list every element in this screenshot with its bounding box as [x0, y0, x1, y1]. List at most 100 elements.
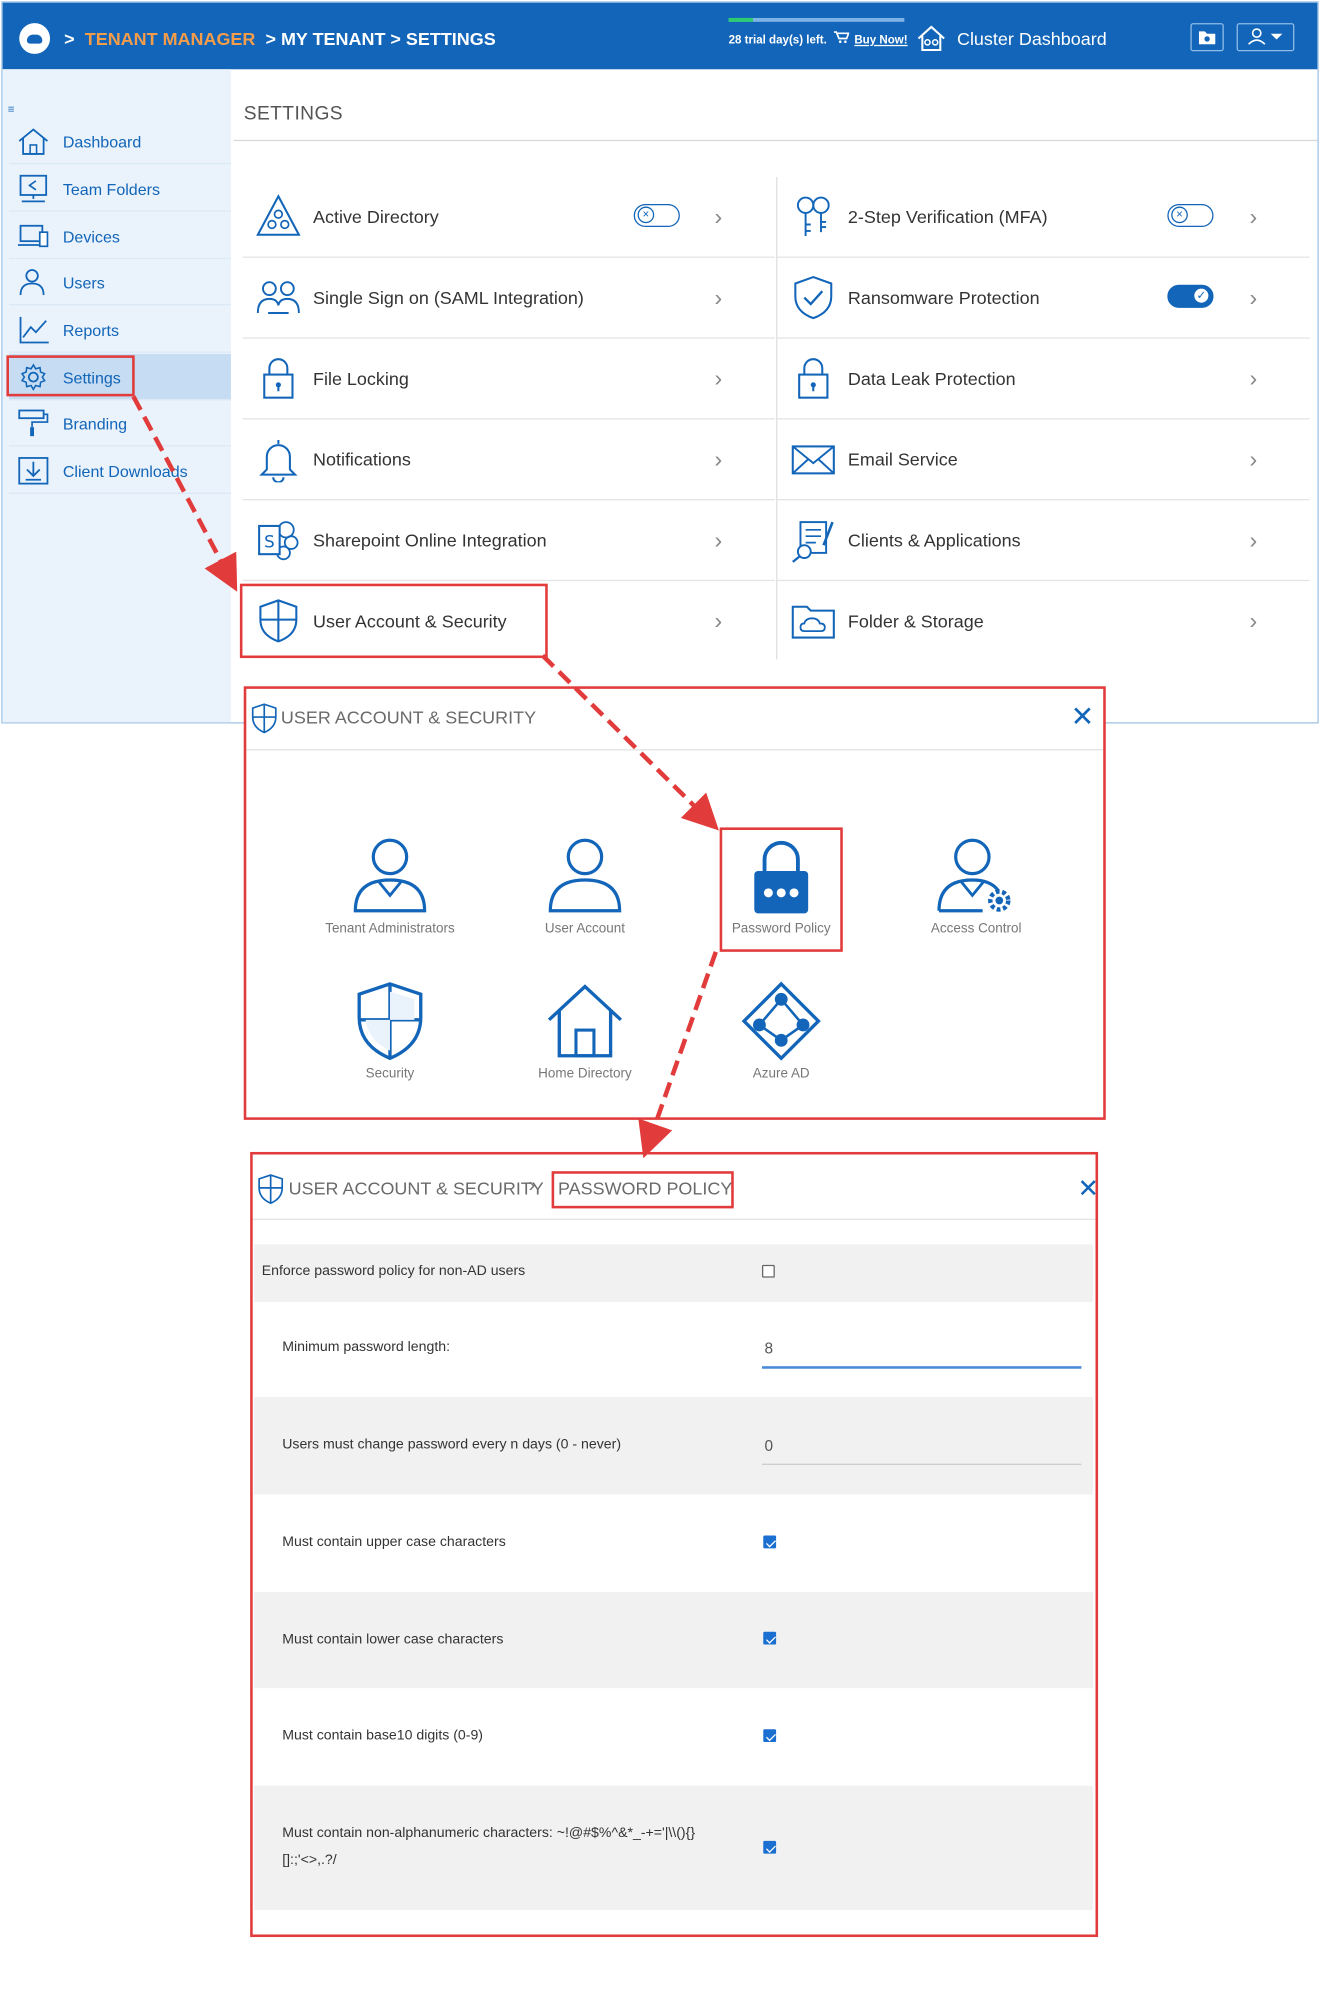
setting-label: Ransomware Protection: [848, 287, 1040, 308]
setting-ransomware-protection[interactable]: Ransomware Protection ✓ ›: [777, 258, 1309, 339]
sidebar-item-client-downloads[interactable]: Client Downloads: [9, 448, 231, 494]
home-icon: [17, 127, 50, 155]
lock-icon: [255, 355, 301, 401]
chevron-right-icon[interactable]: ›: [1249, 527, 1257, 554]
setting-label: Email Service: [848, 449, 958, 470]
setting-data-leak-protection[interactable]: Data Leak Protection ›: [777, 339, 1309, 420]
breadcrumb: > TENANT MANAGER > MY TENANT > SETTINGS: [64, 28, 496, 49]
highlight-dialog: [244, 686, 1106, 1120]
folder-button[interactable]: [1190, 23, 1223, 51]
active-directory-icon: [255, 194, 301, 240]
setting-email-service[interactable]: Email Service ›: [777, 419, 1309, 500]
buy-now-link[interactable]: Buy Now!: [854, 33, 907, 46]
folder-cloud-icon: [790, 598, 836, 644]
highlight-settings: [6, 355, 134, 396]
sidebar-collapse-icon[interactable]: ≡: [8, 103, 15, 116]
setting-folder-storage[interactable]: Folder & Storage ›: [777, 581, 1309, 662]
paint-roller-icon: [17, 409, 50, 437]
sso-icon: [255, 275, 301, 321]
top-bar: > TENANT MANAGER > MY TENANT > SETTINGS …: [3, 3, 1318, 70]
setting-label: Active Directory: [313, 207, 439, 228]
chevron-right-icon[interactable]: ›: [1249, 446, 1257, 473]
setting-sharepoint[interactable]: S Sharepoint Online Integration ›: [242, 500, 774, 581]
bell-icon: [255, 436, 301, 482]
breadcrumb-tenant-manager[interactable]: TENANT MANAGER: [85, 28, 256, 49]
sidebar-item-label: Client Downloads: [63, 463, 188, 481]
users-icon: [17, 268, 50, 296]
chevron-right-icon[interactable]: ›: [715, 366, 723, 393]
setting-2-step-verification[interactable]: 2-Step Verification (MFA) × ›: [777, 177, 1309, 258]
sidebar-item-team-folders[interactable]: Team Folders: [9, 165, 231, 211]
setting-label: Sharepoint Online Integration: [313, 530, 547, 551]
app-window: > TENANT MANAGER > MY TENANT > SETTINGS …: [1, 1, 1318, 723]
sidebar-item-label: Reports: [63, 322, 119, 340]
active-directory-toggle[interactable]: ×: [634, 204, 680, 227]
setting-notifications[interactable]: Notifications ›: [242, 419, 774, 500]
cluster-dashboard-link[interactable]: Cluster Dashboard: [957, 28, 1107, 49]
sidebar-item-devices[interactable]: Devices: [9, 213, 231, 259]
app-logo[interactable]: [19, 23, 50, 54]
sidebar-item-label: Dashboard: [63, 133, 141, 151]
setting-label: 2-Step Verification (MFA): [848, 207, 1048, 228]
highlight-password-policy-crumb: [552, 1171, 734, 1208]
setting-label: Folder & Storage: [848, 611, 984, 632]
cart-icon: [834, 31, 849, 44]
setting-label: Notifications: [313, 449, 411, 470]
chevron-right-icon[interactable]: ›: [1249, 366, 1257, 393]
download-icon: [17, 457, 50, 485]
cluster-dashboard-icon[interactable]: [916, 24, 947, 52]
sidebar-item-reports[interactable]: Reports: [9, 307, 231, 353]
trial-progress-fill: [729, 18, 754, 22]
chevron-right-icon[interactable]: ›: [715, 204, 723, 231]
team-folders-icon: [17, 174, 50, 202]
setting-active-directory[interactable]: Active Directory × ›: [242, 177, 774, 258]
lock-icon: [790, 355, 836, 401]
chevron-right-icon[interactable]: ›: [715, 608, 723, 635]
clients-applications-icon: [790, 517, 836, 563]
setting-single-sign-on[interactable]: Single Sign on (SAML Integration) ›: [242, 258, 774, 339]
highlight-password-policy-dialog: [250, 1152, 1098, 1937]
folder-icon: [1192, 24, 1223, 50]
setting-file-locking[interactable]: File Locking ›: [242, 339, 774, 420]
setting-clients-applications[interactable]: Clients & Applications ›: [777, 500, 1309, 581]
shield-check-icon: [790, 275, 836, 321]
highlight-user-account-security: [240, 584, 548, 658]
breadcrumb-my-tenant[interactable]: > MY TENANT: [265, 28, 385, 49]
chevron-right-icon[interactable]: ›: [1249, 608, 1257, 635]
sharepoint-icon: S: [255, 517, 301, 563]
chevron-right-icon[interactable]: ›: [1249, 285, 1257, 312]
sidebar-item-label: Devices: [63, 228, 120, 246]
toggle-off-icon: ×: [1171, 207, 1188, 224]
keys-icon: [790, 194, 836, 240]
chevron-right-icon[interactable]: ›: [1249, 204, 1257, 231]
sidebar-item-label: Branding: [63, 416, 127, 434]
setting-label: File Locking: [313, 368, 409, 389]
user-menu-button[interactable]: [1237, 23, 1295, 51]
breadcrumb-separator: >: [64, 28, 75, 49]
setting-label: Data Leak Protection: [848, 368, 1016, 389]
chevron-right-icon[interactable]: ›: [715, 527, 723, 554]
toggle-on-icon: ✓: [1193, 287, 1210, 304]
sidebar-item-dashboard[interactable]: Dashboard: [9, 118, 231, 164]
sidebar-item-label: Team Folders: [63, 181, 160, 199]
chevron-right-icon[interactable]: ›: [715, 446, 723, 473]
chevron-right-icon[interactable]: ›: [715, 285, 723, 312]
reports-icon: [17, 316, 50, 344]
setting-label: Clients & Applications: [848, 530, 1021, 551]
mfa-toggle[interactable]: ×: [1167, 204, 1213, 227]
sidebar-item-label: Users: [63, 275, 105, 293]
page-title: SETTINGS: [244, 103, 343, 125]
title-divider: [233, 140, 1318, 141]
breadcrumb-settings: > SETTINGS: [390, 28, 495, 49]
sidebar-item-branding[interactable]: Branding: [9, 400, 231, 446]
devices-icon: [17, 222, 50, 250]
toggle-off-icon: ×: [638, 207, 655, 224]
trial-progress-bar: [729, 18, 905, 22]
ransomware-toggle[interactable]: ✓: [1167, 285, 1213, 308]
user-menu-icon: [1238, 24, 1293, 50]
svg-text:S: S: [264, 533, 275, 552]
sidebar-item-users[interactable]: Users: [9, 259, 231, 305]
trial-days-text: 28 trial day(s) left.: [729, 33, 827, 46]
envelope-icon: [790, 436, 836, 482]
highlight-password-policy: [720, 827, 843, 951]
